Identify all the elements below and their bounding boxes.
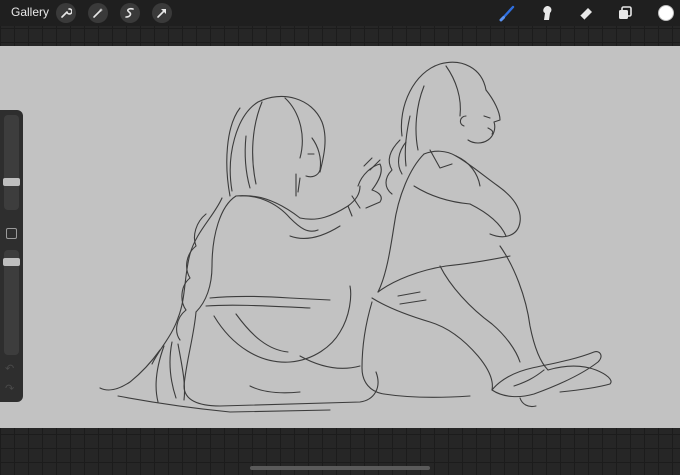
brush-size-slider[interactable] xyxy=(4,115,19,210)
eraser-icon[interactable] xyxy=(576,4,596,22)
brush-size-thumb[interactable] xyxy=(3,178,20,186)
selection-icon[interactable] xyxy=(120,3,140,23)
drawing-canvas[interactable] xyxy=(0,46,680,428)
sketch-drawing xyxy=(99,61,612,413)
top-toolbar: Gallery xyxy=(0,0,680,26)
wrench-icon[interactable] xyxy=(56,3,76,23)
smudge-icon[interactable] xyxy=(537,4,557,22)
gallery-button[interactable]: Gallery xyxy=(11,5,49,19)
brush-icon[interactable] xyxy=(498,4,518,22)
layers-icon[interactable] xyxy=(615,4,635,22)
magic-wand-icon[interactable] xyxy=(88,3,108,23)
left-sidebar: ↶ ↷ xyxy=(0,110,23,402)
transform-arrow-icon[interactable] xyxy=(152,3,172,23)
redo-icon[interactable]: ↷ xyxy=(5,382,14,395)
home-indicator[interactable] xyxy=(250,466,430,470)
opacity-thumb[interactable] xyxy=(3,258,20,266)
undo-icon[interactable]: ↶ xyxy=(5,362,14,375)
color-picker-swatch[interactable] xyxy=(658,5,674,21)
modify-button[interactable] xyxy=(6,228,17,239)
